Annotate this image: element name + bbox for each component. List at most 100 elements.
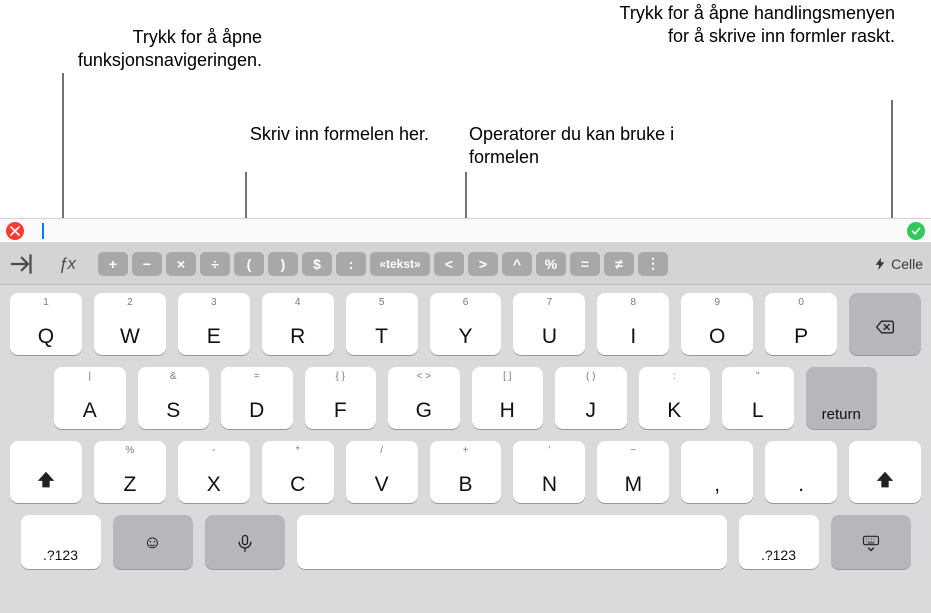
celle-label: Celle bbox=[891, 256, 923, 272]
key-x[interactable]: -X bbox=[178, 441, 250, 503]
operator-minus[interactable]: − bbox=[132, 252, 162, 276]
key-o[interactable]: 9O bbox=[681, 293, 753, 355]
lightning-icon bbox=[873, 257, 887, 271]
operator-lparen[interactable]: ( bbox=[234, 252, 264, 276]
operator-neq[interactable]: ≠ bbox=[604, 252, 634, 276]
operator-lt[interactable]: < bbox=[434, 252, 464, 276]
operator-colon[interactable]: : bbox=[336, 252, 366, 276]
formula-cancel-button[interactable] bbox=[6, 222, 24, 240]
operator-percent[interactable]: % bbox=[536, 252, 566, 276]
key-main-label: Y bbox=[458, 325, 472, 349]
key-m[interactable]: ~M bbox=[597, 441, 669, 503]
return-key-label: return bbox=[822, 406, 861, 423]
operator-mult[interactable]: × bbox=[166, 252, 196, 276]
shift-key-left[interactable] bbox=[10, 441, 82, 503]
key-main-label: X bbox=[207, 473, 221, 497]
key-w[interactable]: 2W bbox=[94, 293, 166, 355]
keyboard-row-1: 1Q2W3E4R5T6Y7U8I9O0P bbox=[6, 293, 925, 355]
key-sub-label: 1 bbox=[43, 297, 49, 308]
key-main-label: , bbox=[714, 473, 720, 497]
emoji-key[interactable]: ☺ bbox=[113, 515, 193, 569]
numbers-label: .?123 bbox=[761, 547, 796, 563]
key-c[interactable]: *C bbox=[262, 441, 334, 503]
numbers-key-right[interactable]: .?123 bbox=[739, 515, 819, 569]
text-caret bbox=[42, 223, 44, 239]
key-sub-label: | bbox=[88, 371, 91, 382]
shift-up-icon bbox=[35, 469, 57, 491]
key-main-label: L bbox=[752, 399, 764, 423]
return-key[interactable]: return bbox=[806, 367, 878, 429]
operator-rparen[interactable]: ) bbox=[268, 252, 298, 276]
key-main-label: F bbox=[334, 399, 347, 423]
keyboard-hide-icon bbox=[861, 533, 881, 553]
key-l[interactable]: "L bbox=[722, 367, 794, 429]
key-.[interactable]: . bbox=[765, 441, 837, 503]
key-q[interactable]: 1Q bbox=[10, 293, 82, 355]
key-d[interactable]: =D bbox=[221, 367, 293, 429]
key-sub-label: = bbox=[254, 371, 260, 382]
spacebar-key[interactable] bbox=[297, 515, 727, 569]
key-n[interactable]: 'N bbox=[513, 441, 585, 503]
key-f[interactable]: { }F bbox=[305, 367, 377, 429]
key-sub-label: % bbox=[125, 445, 134, 456]
key-t[interactable]: 5T bbox=[346, 293, 418, 355]
key-main-label: H bbox=[500, 399, 515, 423]
key-main-label: Q bbox=[38, 325, 54, 349]
key-main-label: P bbox=[794, 325, 808, 349]
numbers-key-left[interactable]: .?123 bbox=[21, 515, 101, 569]
key-y[interactable]: 6Y bbox=[430, 293, 502, 355]
operator-text[interactable]: «tekst» bbox=[370, 252, 430, 276]
key-s[interactable]: &S bbox=[138, 367, 210, 429]
key-sub-label: 7 bbox=[547, 297, 553, 308]
key-h[interactable]: [ ] H bbox=[472, 367, 544, 429]
operator-dollar[interactable]: $ bbox=[302, 252, 332, 276]
callout-formula-input: Skriv inn formelen her. bbox=[214, 123, 429, 146]
operator-more[interactable]: ⋮ bbox=[638, 252, 668, 276]
key-sub-label: " bbox=[756, 371, 760, 382]
key-main-label: S bbox=[166, 399, 180, 423]
key-g[interactable]: < >G bbox=[388, 367, 460, 429]
formula-input[interactable] bbox=[30, 219, 901, 242]
key-sub-label: 5 bbox=[379, 297, 385, 308]
key-main-label: W bbox=[120, 325, 140, 349]
key-,[interactable]: , bbox=[681, 441, 753, 503]
hide-keyboard-key[interactable] bbox=[831, 515, 911, 569]
key-k[interactable]: :K bbox=[639, 367, 711, 429]
key-z[interactable]: %Z bbox=[94, 441, 166, 503]
indent-icon bbox=[8, 249, 38, 279]
key-main-label: G bbox=[416, 399, 432, 423]
indent-button[interactable] bbox=[8, 249, 38, 279]
x-icon bbox=[10, 226, 20, 236]
key-sub-label: [ ] bbox=[503, 371, 511, 382]
key-r[interactable]: 4R bbox=[262, 293, 334, 355]
callout-operators: Operatorer du kan bruke i formelen bbox=[469, 123, 684, 170]
key-i[interactable]: 8I bbox=[597, 293, 669, 355]
key-sub-label: 4 bbox=[295, 297, 301, 308]
key-j[interactable]: ( )J bbox=[555, 367, 627, 429]
fx-functions-button[interactable]: ƒx bbox=[52, 249, 82, 279]
key-p[interactable]: 0P bbox=[765, 293, 837, 355]
backspace-key[interactable] bbox=[849, 293, 921, 355]
celle-action-button[interactable]: Celle bbox=[873, 256, 923, 272]
key-b[interactable]: +B bbox=[430, 441, 502, 503]
key-e[interactable]: 3E bbox=[178, 293, 250, 355]
operator-div[interactable]: ÷ bbox=[200, 252, 230, 276]
key-sub-label: 0 bbox=[798, 297, 804, 308]
key-main-label: I bbox=[630, 325, 636, 349]
emoji-icon: ☺ bbox=[143, 532, 161, 553]
key-v[interactable]: /V bbox=[346, 441, 418, 503]
key-main-label: K bbox=[667, 399, 681, 423]
formula-confirm-button[interactable] bbox=[907, 222, 925, 240]
operator-caret[interactable]: ^ bbox=[502, 252, 532, 276]
dictation-key[interactable] bbox=[205, 515, 285, 569]
key-main-label: E bbox=[207, 325, 221, 349]
key-a[interactable]: |A bbox=[54, 367, 126, 429]
operator-plus[interactable]: + bbox=[98, 252, 128, 276]
key-u[interactable]: 7U bbox=[513, 293, 585, 355]
key-main-label: D bbox=[249, 399, 264, 423]
shift-key-right[interactable] bbox=[849, 441, 921, 503]
operator-eq[interactable]: = bbox=[570, 252, 600, 276]
fx-label: ƒx bbox=[59, 254, 76, 274]
operator-gt[interactable]: > bbox=[468, 252, 498, 276]
key-sub-label: 8 bbox=[631, 297, 637, 308]
